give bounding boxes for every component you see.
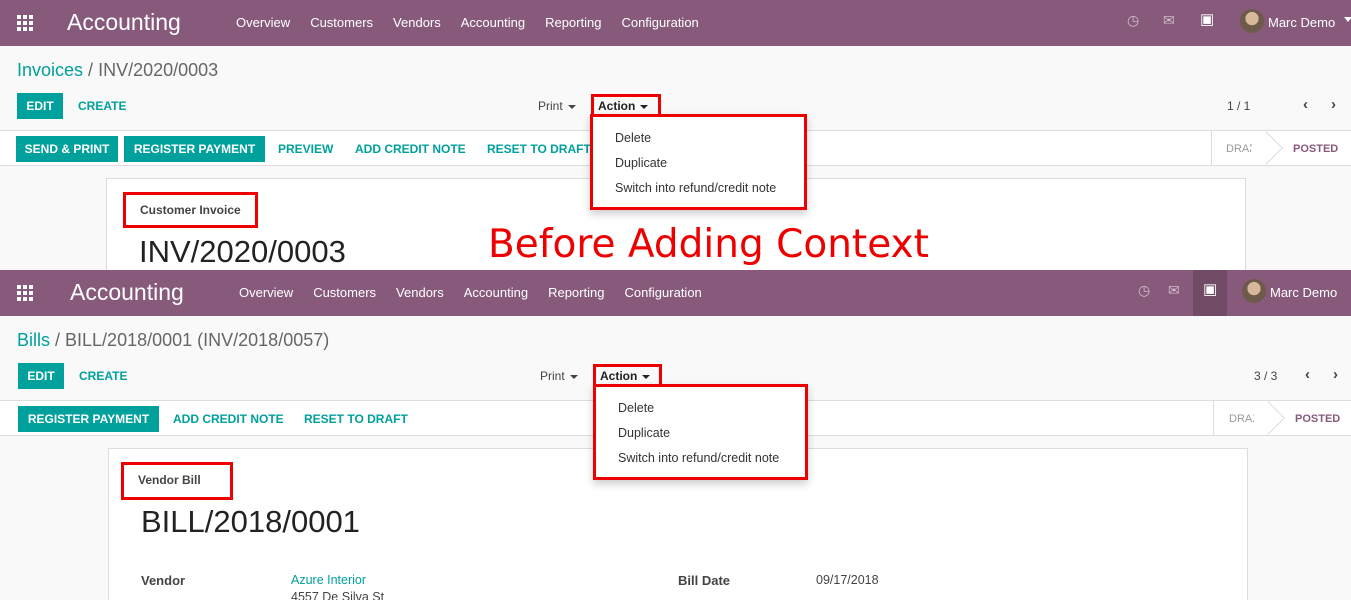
action-dropdown: Delete Duplicate Switch into refund/cred… [593, 384, 808, 480]
pager-next-icon[interactable]: › [1333, 366, 1338, 383]
action-label: Action [598, 99, 636, 113]
apps-grid-icon[interactable] [17, 15, 33, 31]
print-caret-icon [567, 104, 576, 109]
send-print-button[interactable]: SEND & PRINT [16, 136, 118, 162]
gift-icon[interactable]: ▣ [1200, 10, 1214, 28]
add-credit-note-button[interactable]: ADD CREDIT NOTE [355, 142, 466, 156]
status-arrow [1251, 401, 1285, 435]
menu-reporting[interactable]: Reporting [548, 285, 604, 300]
edit-button[interactable]: EDIT [18, 363, 64, 389]
menu-accounting[interactable]: Accounting [464, 285, 528, 300]
apps-grid-icon[interactable] [17, 285, 33, 301]
edit-button[interactable]: EDIT [17, 93, 63, 119]
menu-reporting[interactable]: Reporting [545, 15, 601, 30]
breadcrumb-current: INV/2020/0003 [98, 60, 219, 80]
user-name[interactable]: Marc Demo [1270, 285, 1337, 300]
dropdown-item-delete[interactable]: Delete [615, 131, 651, 145]
preview-button[interactable]: PREVIEW [278, 142, 333, 156]
document-name: BILL/2018/0001 [141, 504, 360, 539]
top-navbar: Accounting Overview Customers Vendors Ac… [0, 0, 1351, 46]
activity-clock-icon[interactable]: ◷ [1138, 282, 1150, 299]
status-divider [1213, 401, 1214, 435]
add-credit-note-button[interactable]: ADD CREDIT NOTE [173, 412, 284, 426]
document-name: INV/2020/0003 [139, 234, 346, 269]
document-type-label: Vendor Bill [121, 462, 233, 500]
user-caret-icon[interactable] [1344, 17, 1351, 22]
breadcrumb-separator: / [50, 330, 66, 350]
user-avatar[interactable] [1240, 9, 1264, 33]
dropdown-item-switch-refund[interactable]: Switch into refund/credit note [615, 181, 776, 195]
status-posted[interactable]: POSTED [1293, 143, 1338, 155]
chat-icon[interactable]: ✉ [1168, 282, 1180, 299]
create-button[interactable]: CREATE [78, 99, 126, 113]
status-divider [1211, 131, 1212, 165]
user-avatar[interactable] [1242, 279, 1266, 303]
menu-customers[interactable]: Customers [313, 285, 376, 300]
dropdown-item-duplicate[interactable]: Duplicate [618, 426, 670, 440]
chat-icon[interactable]: ✉ [1163, 12, 1175, 29]
action-caret-icon [642, 374, 651, 379]
dropdown-item-duplicate[interactable]: Duplicate [615, 156, 667, 170]
pager-next-icon[interactable]: › [1331, 96, 1336, 113]
overlay-caption: Before Adding Context [488, 222, 929, 267]
top-navbar: Accounting Overview Customers Vendors Ac… [0, 270, 1351, 316]
print-label: Print [540, 369, 565, 383]
breadcrumb-current: BILL/2018/0001 (INV/2018/0057) [65, 330, 330, 350]
app-title[interactable]: Accounting [70, 279, 184, 306]
status-posted[interactable]: POSTED [1295, 413, 1340, 425]
print-menu[interactable]: Print [538, 99, 576, 113]
bill-date-label: Bill Date [678, 573, 731, 588]
pager-value[interactable]: 3 / 3 [1254, 369, 1277, 383]
gift-icon[interactable]: ▣ [1203, 280, 1217, 298]
user-name[interactable]: Marc Demo [1268, 15, 1335, 30]
menu-vendors[interactable]: Vendors [396, 285, 444, 300]
activity-clock-icon[interactable]: ◷ [1127, 12, 1139, 29]
print-menu[interactable]: Print [540, 369, 578, 383]
dropdown-item-delete[interactable]: Delete [618, 401, 654, 415]
register-payment-button[interactable]: REGISTER PAYMENT [124, 136, 265, 162]
vendor-label: Vendor [141, 573, 186, 588]
pager-value[interactable]: 1 / 1 [1227, 99, 1250, 113]
menu-accounting[interactable]: Accounting [461, 15, 525, 30]
app-title[interactable]: Accounting [67, 9, 181, 36]
print-caret-icon [569, 374, 578, 379]
dropdown-item-switch-refund[interactable]: Switch into refund/credit note [618, 451, 779, 465]
bill-screen: Accounting Overview Customers Vendors Ac… [0, 270, 1351, 600]
status-arrow [1249, 131, 1283, 165]
menu-vendors[interactable]: Vendors [393, 15, 441, 30]
print-label: Print [538, 99, 563, 113]
breadcrumb: Bills / BILL/2018/0001 (INV/2018/0057) [17, 330, 329, 351]
pager-prev-icon[interactable]: ‹ [1305, 366, 1310, 383]
menu-configuration[interactable]: Configuration [624, 285, 701, 300]
bill-date-value[interactable]: 09/17/2018 [816, 573, 879, 587]
action-dropdown: Delete Duplicate Switch into refund/cred… [590, 114, 807, 210]
action-label: Action [600, 369, 638, 383]
breadcrumb-parent[interactable]: Invoices [17, 60, 83, 80]
document-type-label: Customer Invoice [123, 192, 258, 228]
breadcrumb-parent[interactable]: Bills [17, 330, 50, 350]
vendor-link[interactable]: Azure Interior [291, 573, 366, 587]
create-button[interactable]: CREATE [79, 369, 127, 383]
breadcrumb-separator: / [83, 60, 99, 80]
register-payment-button[interactable]: REGISTER PAYMENT [18, 406, 159, 432]
menu-configuration[interactable]: Configuration [621, 15, 698, 30]
menu-customers[interactable]: Customers [310, 15, 373, 30]
vendor-address: 4557 De Silva St [291, 590, 385, 600]
reset-to-draft-button[interactable]: RESET TO DRAFT [304, 412, 408, 426]
menu-overview[interactable]: Overview [239, 285, 293, 300]
main-menu: Overview Customers Vendors Accounting Re… [239, 285, 722, 300]
invoice-screen: Accounting Overview Customers Vendors Ac… [0, 0, 1351, 270]
menu-overview[interactable]: Overview [236, 15, 290, 30]
action-caret-icon [640, 104, 649, 109]
main-menu: Overview Customers Vendors Accounting Re… [236, 15, 719, 30]
breadcrumb: Invoices / INV/2020/0003 [17, 60, 218, 81]
pager-prev-icon[interactable]: ‹ [1303, 96, 1308, 113]
reset-to-draft-button[interactable]: RESET TO DRAFT [487, 142, 591, 156]
